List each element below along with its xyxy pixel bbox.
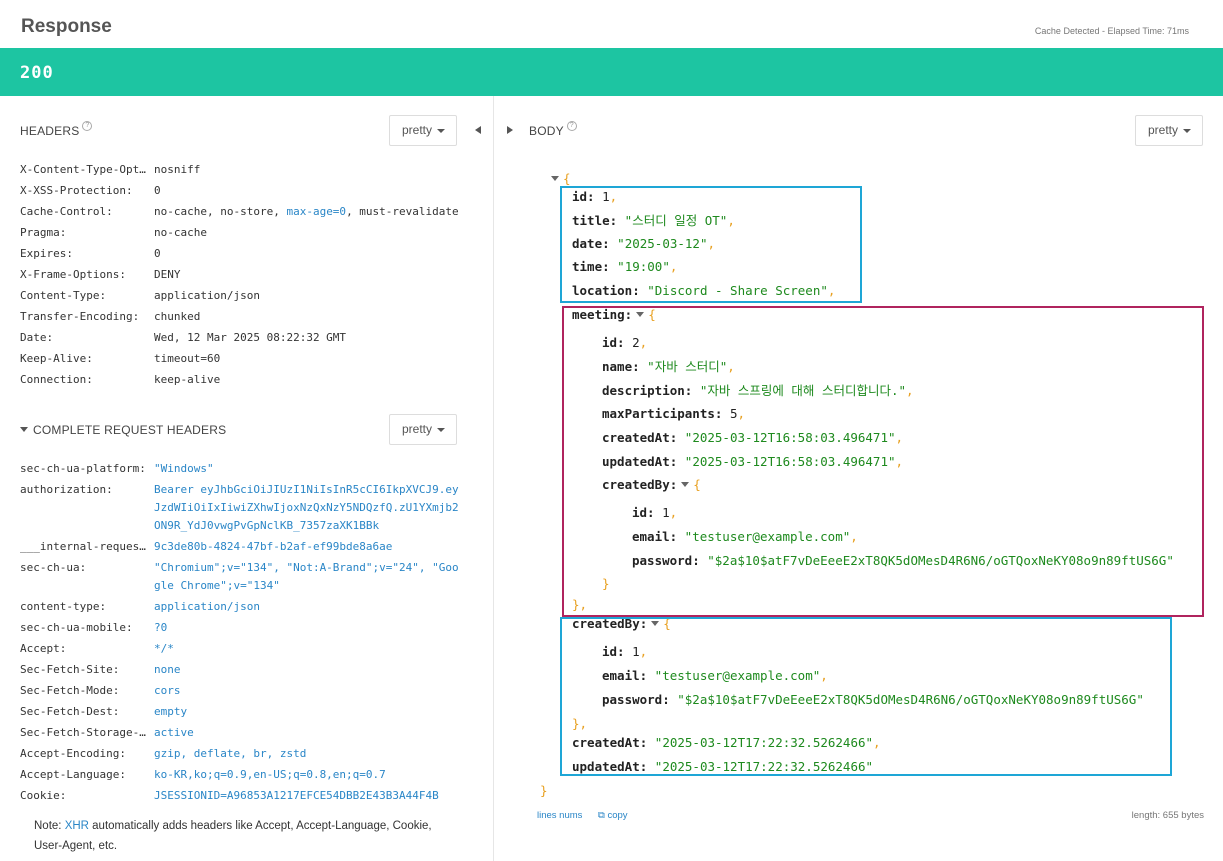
- highlight-box-meeting: [562, 306, 1204, 617]
- header-value: DENY: [154, 268, 181, 281]
- response-title: Response: [21, 16, 112, 37]
- request-header-key: Accept:: [20, 642, 67, 655]
- body-format-label: pretty: [1148, 123, 1179, 137]
- header-value: chunked: [154, 310, 201, 323]
- request-header-value: */*: [154, 642, 174, 655]
- request-header-key: content-type:: [20, 600, 107, 613]
- header-key: Connection:: [20, 373, 93, 386]
- json-punct: }: [540, 783, 548, 798]
- xhr-note: Note: XHR automatically adds headers lik…: [34, 816, 454, 856]
- collapse-toggle-icon[interactable]: [551, 176, 559, 181]
- request-header-key: Sec-Fetch-Dest:: [20, 705, 120, 718]
- header-key: X-Frame-Options:: [20, 268, 126, 281]
- request-header-value: "Windows": [154, 462, 214, 475]
- request-header-key: authorization:: [20, 483, 113, 496]
- status-code: 200: [20, 63, 54, 83]
- header-key: X-XSS-Protection:: [20, 184, 133, 197]
- header-value: 0: [154, 247, 161, 260]
- note-suffix: automatically adds headers like Accept, …: [34, 820, 432, 852]
- request-format-label: pretty: [402, 422, 433, 436]
- header-key: Expires:: [20, 247, 73, 260]
- line-nums-link[interactable]: lines nums: [537, 810, 582, 821]
- help-icon[interactable]: ?: [82, 121, 93, 131]
- request-header-key: Accept-Encoding:: [20, 747, 126, 760]
- header-value: application/json: [154, 289, 260, 302]
- headers-heading: HEADERS?: [20, 121, 93, 138]
- request-header-value: active: [154, 726, 194, 739]
- request-header-value: application/json: [154, 600, 260, 613]
- request-header-value: empty: [154, 705, 188, 718]
- request-header-value: none: [154, 663, 181, 676]
- request-format-select[interactable]: pretty: [389, 414, 457, 445]
- header-value: nosniff: [154, 163, 201, 176]
- header-key: Content-Type:: [20, 289, 107, 302]
- request-header-key: ___internal-reques…: [20, 540, 146, 553]
- collapse-right-icon[interactable]: [507, 126, 513, 134]
- request-header-key: Cookie:: [20, 789, 67, 802]
- header-key: Transfer-Encoding:: [20, 310, 140, 323]
- request-header-value: gzip, deflate, br, zstd: [154, 747, 307, 760]
- header-key: Date:: [20, 331, 54, 344]
- json-punct: {: [563, 171, 571, 186]
- note-prefix: Note:: [34, 820, 65, 832]
- headers-label: HEADERS: [20, 124, 80, 138]
- copy-icon: ⧉: [598, 810, 605, 821]
- highlight-box-createdby: [560, 617, 1172, 776]
- header-key: Cache-Control:: [20, 205, 113, 218]
- request-headers-label: COMPLETE REQUEST HEADERS: [33, 423, 227, 437]
- request-headers-toggle[interactable]: COMPLETE REQUEST HEADERS: [20, 423, 226, 437]
- copy-label: copy: [607, 810, 628, 821]
- header-value: no-cache, no-store, max-age=0, must-reva…: [154, 205, 459, 218]
- header-key: Keep-Alive:: [20, 352, 93, 365]
- request-header-value: JSESSIONID=A96853A1217EFCE54DBB2E43B3A44…: [154, 789, 439, 802]
- headers-format-label: pretty: [402, 123, 433, 137]
- chevron-down-icon: [437, 427, 446, 432]
- expand-icon: [20, 427, 28, 433]
- request-header-value: ko-KR,ko;q=0.9,en-US;q=0.8,en;q=0.7: [154, 768, 386, 781]
- chevron-down-icon: [437, 128, 446, 133]
- request-header-key: Sec-Fetch-Site:: [20, 663, 120, 676]
- response-header: Response Cache Detected - Elapsed Time: …: [0, 0, 1223, 48]
- request-header-key: Accept-Language:: [20, 768, 126, 781]
- json-line: }: [540, 782, 548, 800]
- status-bar: 200: [0, 48, 1223, 96]
- request-header-key: sec-ch-ua-platform:: [20, 462, 146, 475]
- body-panel: BODY? pretty {id: 1, title: "스터디 일정 OT", d…: [495, 96, 1223, 861]
- request-header-key: Sec-Fetch-Mode:: [20, 684, 120, 697]
- body-length: length: 655 bytes: [1131, 810, 1204, 821]
- header-value: no-cache: [154, 226, 207, 239]
- request-header-key: Sec-Fetch-Storage-…: [20, 726, 146, 739]
- header-value: timeout=60: [154, 352, 221, 365]
- request-header-key: sec-ch-ua:: [20, 561, 87, 574]
- header-value: 0: [154, 184, 161, 197]
- xhr-link[interactable]: XHR: [65, 820, 89, 832]
- header-value: Wed, 12 Mar 2025 08:22:32 GMT: [154, 331, 347, 344]
- help-icon[interactable]: ?: [566, 121, 577, 131]
- headers-format-select[interactable]: pretty: [389, 115, 457, 146]
- copy-link[interactable]: ⧉ copy: [598, 810, 628, 821]
- request-header-key: sec-ch-ua-mobile:: [20, 621, 133, 634]
- header-key: X-Content-Type-Opt…: [20, 163, 146, 176]
- headers-panel: HEADERS? pretty X-Content-Type-Opt… nosni…: [0, 96, 494, 861]
- request-header-value: 9c3de80b-4824-47bf-b2af-ef99bde8a6ae: [154, 540, 393, 553]
- header-key: Pragma:: [20, 226, 67, 239]
- body-heading: BODY?: [529, 121, 577, 138]
- body-label: BODY: [529, 124, 564, 138]
- highlight-box-top: [560, 186, 862, 303]
- elapsed-time: Cache Detected - Elapsed Time: 71ms: [1034, 26, 1189, 36]
- request-header-value: "Chromium";v="134", "Not:A-Brand";v="24"…: [154, 561, 459, 592]
- request-header-value: cors: [154, 684, 181, 697]
- request-header-value: ?0: [154, 621, 168, 634]
- collapse-left-icon[interactable]: [475, 126, 481, 134]
- header-value: keep-alive: [154, 373, 221, 386]
- body-format-select[interactable]: pretty: [1135, 115, 1203, 146]
- request-header-value: Bearer eyJhbGciOiJIUzI1NiIsInR5cCI6IkpXV…: [154, 483, 459, 532]
- chevron-down-icon: [1183, 128, 1192, 133]
